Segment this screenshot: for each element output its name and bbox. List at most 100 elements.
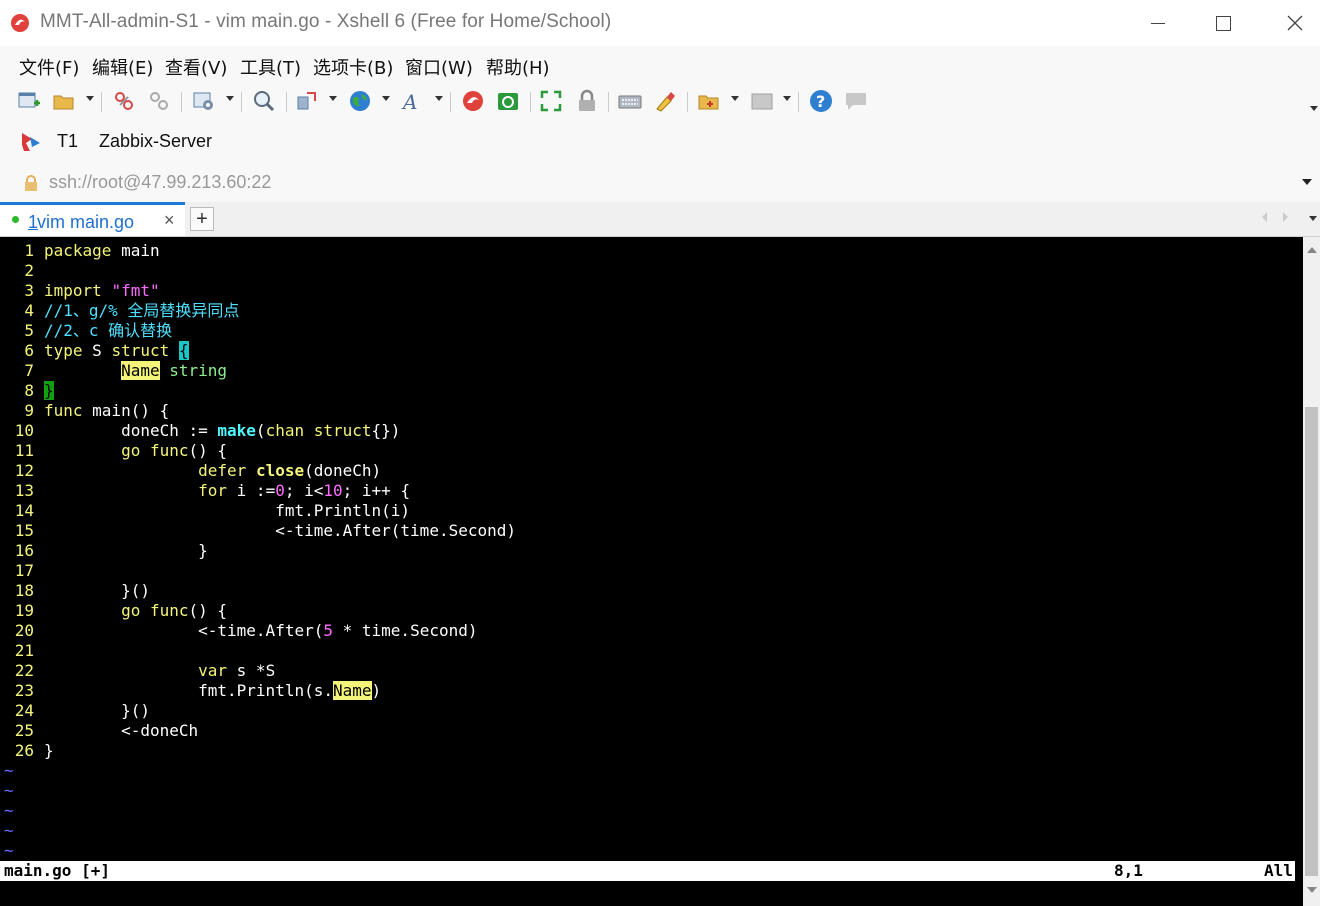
scroll-down-icon[interactable]: [1307, 887, 1317, 893]
plus-icon: +: [196, 208, 208, 230]
menu-help[interactable]: 帮助(H): [486, 54, 550, 80]
new-session-button[interactable]: [16, 88, 42, 114]
scroll-up-icon[interactable]: [1307, 247, 1317, 253]
properties-dropdown-icon[interactable]: [226, 96, 234, 101]
code-text: defer close(doneCh): [198, 461, 382, 480]
tab-scroll-right-icon[interactable]: [1283, 212, 1288, 222]
font-button[interactable]: A: [400, 88, 426, 114]
menu-tools[interactable]: 工具(T): [240, 54, 301, 80]
menu-tab[interactable]: 选项卡(B): [313, 54, 393, 80]
code-text: var s *S: [198, 661, 276, 680]
session-name[interactable]: Zabbix-Server: [99, 131, 212, 152]
toolbar-separator: [687, 92, 688, 112]
status-filename: main.go [+]: [4, 861, 110, 880]
code-text: go func() {: [121, 601, 228, 620]
tilde-marker: ~: [4, 761, 14, 780]
keyboard-button[interactable]: [617, 88, 643, 114]
line-number: 13: [14, 481, 34, 500]
code-text: doneCh := make(chan struct{}): [44, 421, 401, 440]
xftp-transfer-button[interactable]: [495, 88, 521, 114]
tab-scroll-left-icon[interactable]: [1262, 212, 1267, 222]
encoding-dropdown-icon[interactable]: [382, 96, 390, 101]
font-dropdown-icon[interactable]: [435, 96, 443, 101]
address-input[interactable]: ssh://root@47.99.213.60:22: [49, 172, 271, 193]
terminal[interactable]: 1 package main 2 3 import "fmt" 4 //1、g/% 全…: [0, 237, 1303, 906]
tab-vim-main-go[interactable]: 1 vim main.go ×: [0, 202, 185, 236]
toolbar-overflow-icon[interactable]: [1310, 106, 1318, 111]
status-cursor-position: 8,1: [1114, 861, 1143, 880]
open-dropdown-icon[interactable]: [86, 96, 94, 101]
tilde-marker: ~: [4, 821, 14, 840]
menu-edit[interactable]: 编辑(E): [92, 54, 153, 80]
open-button[interactable]: [51, 88, 77, 114]
disconnect-button[interactable]: [146, 88, 172, 114]
globe-icon: [350, 91, 370, 111]
line-number: 25: [14, 721, 34, 740]
tab-close-button[interactable]: ×: [164, 210, 175, 231]
code-comment: //1、g/% 全局替换异同点: [44, 301, 240, 320]
maximize-icon: [1215, 15, 1231, 31]
find-button[interactable]: [251, 88, 277, 114]
minimize-button[interactable]: [1143, 10, 1173, 36]
toolbar-separator: [798, 92, 799, 112]
code-text: <-doneCh: [44, 721, 199, 740]
code-text: package main: [44, 241, 160, 260]
terminal-scrollbar[interactable]: [1303, 237, 1320, 906]
connected-status-icon: [12, 216, 19, 223]
scrollbar-thumb[interactable]: [1305, 407, 1318, 876]
new-folder-dropdown-icon[interactable]: [731, 96, 739, 101]
reconnect-icon: [115, 92, 133, 110]
maximize-button[interactable]: [1208, 10, 1238, 36]
line-number: 18: [14, 581, 34, 600]
code-text: }(): [44, 581, 150, 600]
layout-dropdown-icon[interactable]: [783, 96, 791, 101]
tab-list-dropdown-icon[interactable]: [1309, 216, 1317, 221]
code-text: go func() {: [121, 441, 228, 460]
close-button[interactable]: [1280, 10, 1310, 36]
lock-button[interactable]: [574, 88, 600, 114]
menu-window[interactable]: 窗口(W): [405, 54, 473, 80]
code-text: <-time.After(time.Second): [44, 521, 517, 540]
highlight-button[interactable]: [652, 88, 678, 114]
line-number: 10: [14, 421, 34, 440]
encoding-button[interactable]: [347, 88, 373, 114]
chat-button[interactable]: [843, 88, 869, 114]
session-label[interactable]: T1: [57, 131, 78, 152]
speech-bubble-icon: [846, 93, 866, 110]
line-number: 14: [14, 501, 34, 520]
new-folder-button[interactable]: [696, 88, 722, 114]
transfer-dropdown-icon[interactable]: [329, 96, 337, 101]
reconnect-button[interactable]: [111, 88, 137, 114]
help-button[interactable]: ?: [808, 88, 834, 114]
toolbar-separator: [530, 92, 531, 112]
address-dropdown-icon[interactable]: [1302, 179, 1312, 185]
keyboard-icon: [618, 95, 642, 109]
tilde-marker: ~: [4, 801, 14, 820]
xftp-icon: [498, 93, 518, 110]
toolbar-separator: [286, 92, 287, 112]
menu-file[interactable]: 文件(F): [19, 54, 79, 80]
layout-button[interactable]: [749, 88, 775, 114]
line-number: 11: [14, 441, 34, 460]
session-bar: T1 Zabbix-Server: [0, 120, 1320, 162]
new-tab-button[interactable]: +: [190, 207, 214, 231]
line-number: 2: [24, 261, 34, 280]
line-number: 21: [14, 641, 34, 660]
properties-button[interactable]: [191, 88, 217, 114]
line-number: 1: [24, 241, 34, 260]
xftp-button[interactable]: [460, 88, 486, 114]
line-number: 3: [24, 281, 34, 300]
line-number: 12: [14, 461, 34, 480]
highlighter-icon: [656, 92, 675, 112]
font-icon: A: [401, 90, 417, 113]
menu-view[interactable]: 查看(V): [165, 54, 227, 80]
fullscreen-button[interactable]: [538, 88, 564, 114]
line-number: 22: [14, 661, 34, 680]
transfer-button[interactable]: [294, 88, 320, 114]
toolbar: A ?: [0, 84, 1320, 120]
vim-status-line: main.go [+] 8,1 All: [0, 861, 1295, 881]
properties-icon: [193, 92, 213, 110]
line-number: 16: [14, 541, 34, 560]
lock-icon: [579, 89, 595, 111]
line-number: 9: [24, 401, 34, 420]
